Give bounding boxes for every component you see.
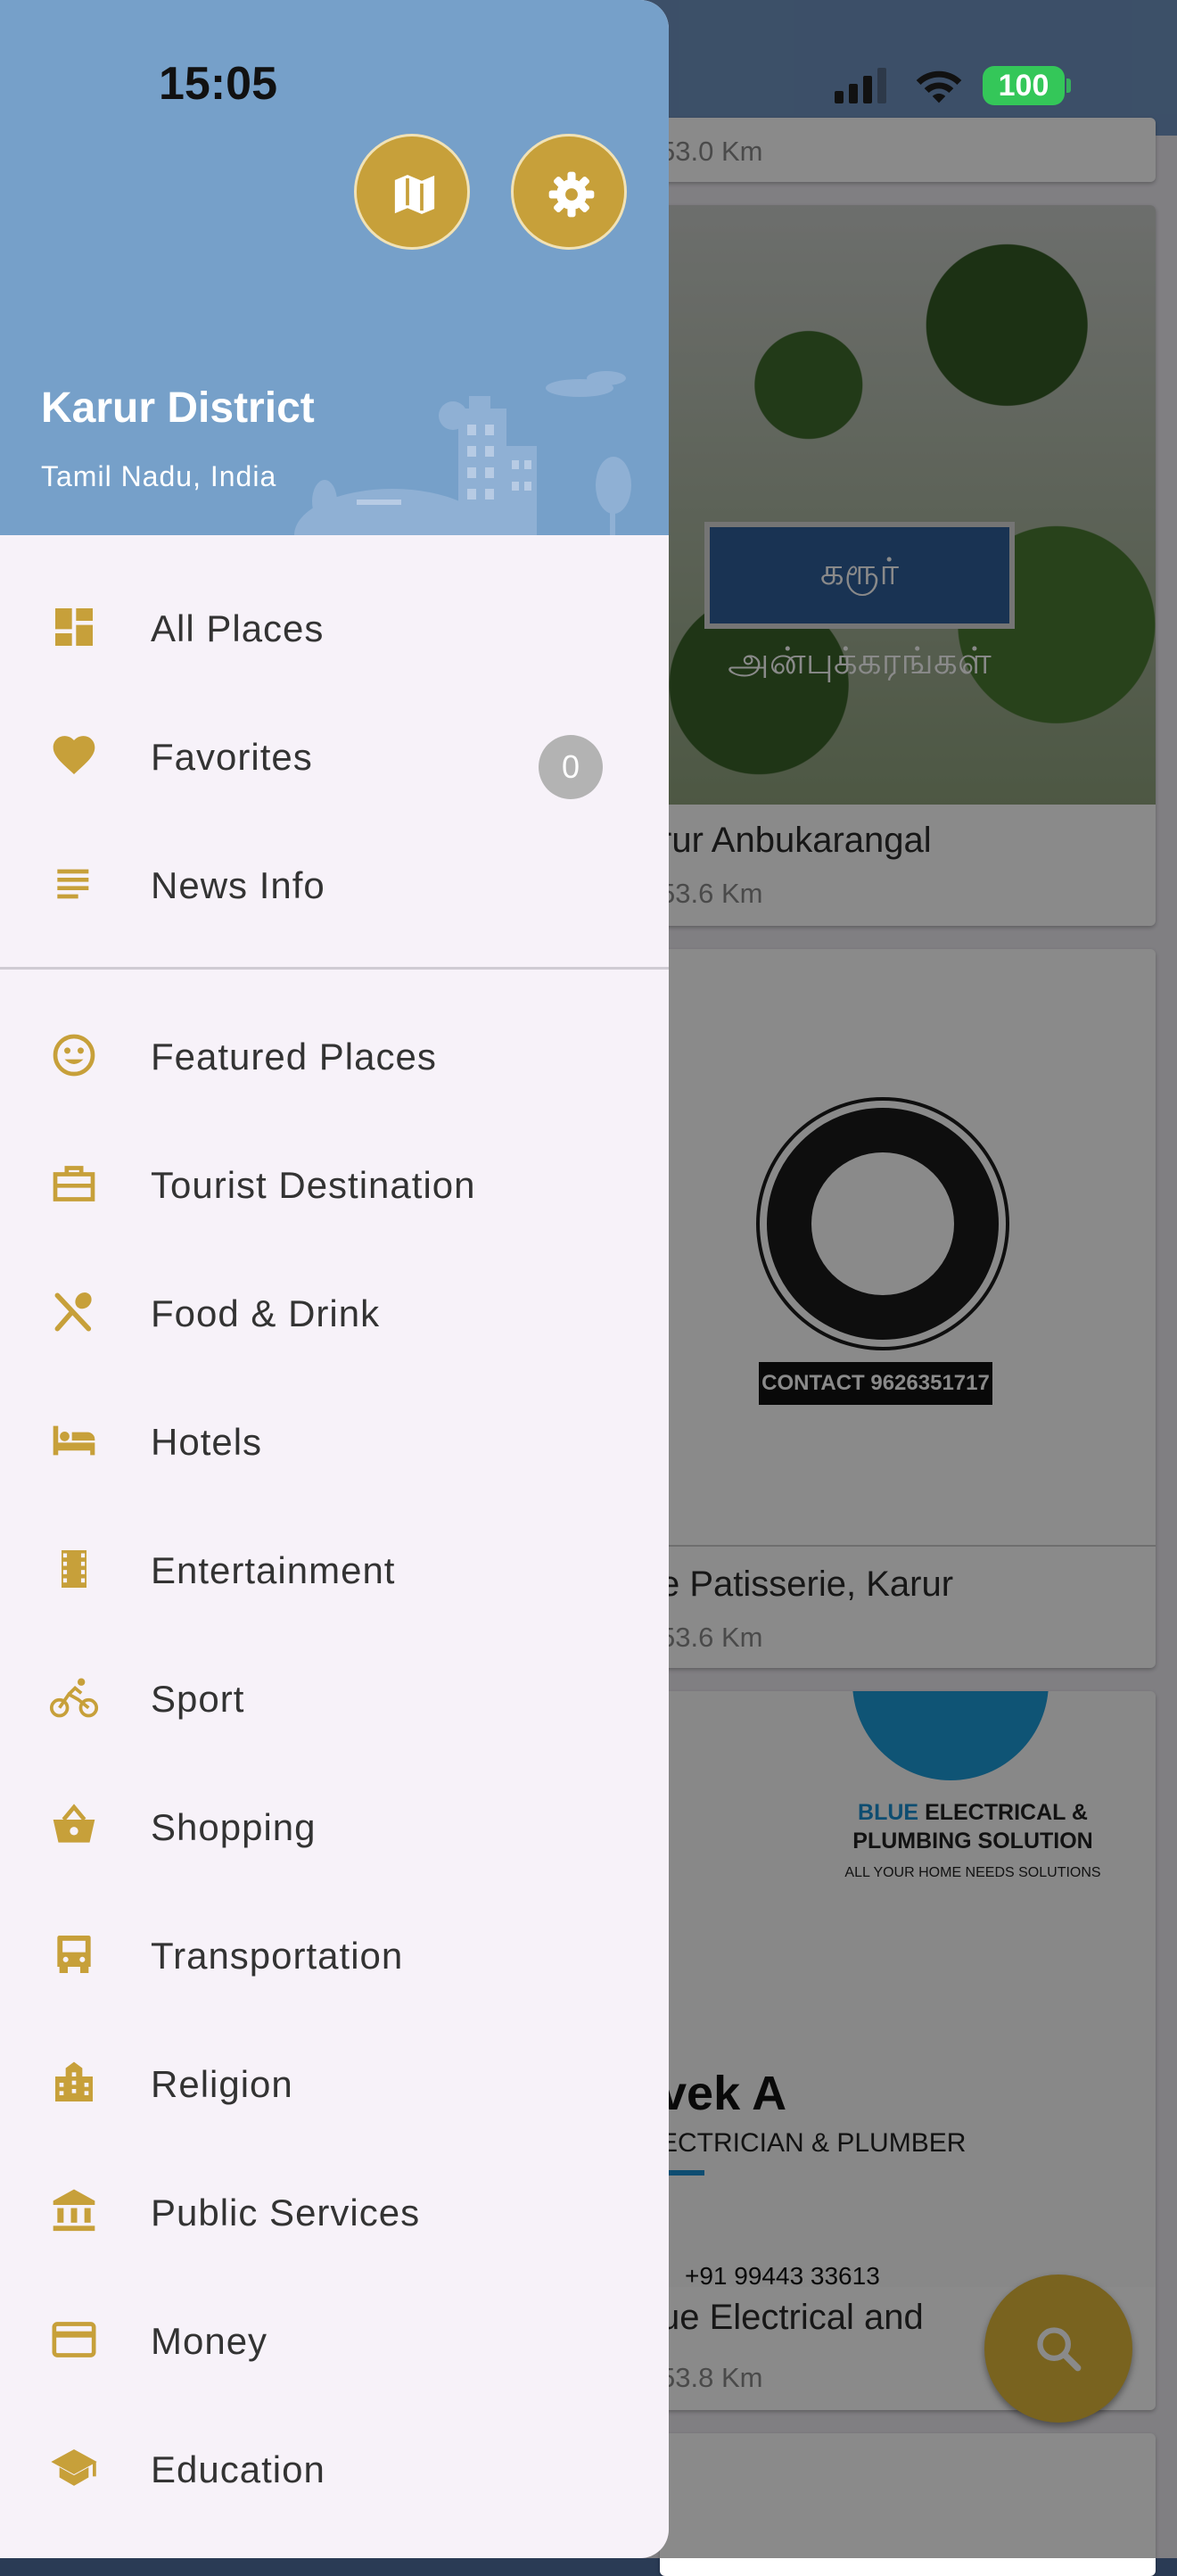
menu-item-entertainment[interactable]: Entertainment [0,1511,669,1627]
notes-icon [57,869,89,899]
menu-item-label: Food & Drink [151,1292,381,1334]
menu-item-tourist-destination[interactable]: Tourist Destination [0,1126,669,1242]
menu-item-all-places[interactable]: All Places [0,569,669,685]
dashboard-icon [55,608,93,646]
settings-button[interactable] [511,134,627,250]
menu-item-label: Entertainment [151,1549,396,1591]
menu-item-news-info[interactable]: News Info [0,826,669,942]
menu-item-label: Featured Places [151,1036,437,1077]
heart-icon [53,736,95,774]
wifi-icon [916,70,962,103]
navigation-drawer: 15:05 Karur District Tamil Nadu, India A… [0,0,669,2558]
menu-item-favorites[interactable]: Favorites 0 [0,698,669,813]
menu-item-label: Shopping [151,1806,317,1848]
favorites-count-badge: 0 [539,735,603,799]
menu-item-featured-places[interactable]: Featured Places [0,997,669,1113]
menu-item-label: Public Services [151,2192,421,2233]
bus-icon [57,1936,91,1973]
gear-icon [548,171,595,218]
menu-item-label: News Info [151,864,325,906]
bike-icon [49,1678,99,1718]
building-icon [55,2061,93,2101]
school-icon [51,2449,97,2486]
menu-item-education[interactable]: Education [0,2410,669,2526]
film-icon [62,1550,86,1588]
menu-item-hotels[interactable]: Hotels [0,1383,669,1499]
map-button[interactable] [354,134,470,250]
menu-item-religion[interactable]: Religion [0,2025,669,2141]
basket-icon [53,1804,95,1843]
suitcase-icon [53,1166,95,1201]
drawer-header: 15:05 Karur District Tamil Nadu, India [0,0,669,535]
menu-divider [0,967,669,970]
credit-card-icon [52,2322,96,2357]
district-location: Tamil Nadu, India [41,460,277,492]
bed-icon [53,1425,95,1456]
menu-item-shopping[interactable]: Shopping [0,1768,669,1884]
battery-cap [1066,78,1071,93]
menu-item-label: Sport [151,1678,245,1720]
menu-item-transportation[interactable]: Transportation [0,1896,669,2012]
bank-icon [53,2189,95,2232]
menu-item-label: Education [151,2448,325,2490]
menu-item-label: Favorites [151,736,313,778]
status-time: 15:05 [159,58,277,110]
menu-item-label: All Places [151,607,325,649]
signal-icon [835,68,886,103]
menu-item-public-services[interactable]: Public Services [0,2153,669,2269]
city-illustration [294,371,631,535]
menu-item-label: Religion [151,2063,293,2105]
district-title: Karur District [41,384,315,432]
menu-item-label: Money [151,2320,268,2362]
utensils-icon [54,1292,92,1332]
menu-item-sport[interactable]: Sport [0,1639,669,1755]
map-icon [391,170,438,219]
smiley-icon [53,1034,95,1077]
menu-item-food-drink[interactable]: Food & Drink [0,1254,669,1370]
menu-item-label: Tourist Destination [151,1164,476,1206]
menu-item-label: Hotels [151,1421,263,1463]
menu-item-label: Transportation [151,1935,404,1977]
menu-item-money[interactable]: Money [0,2282,669,2398]
battery-indicator: 100 [983,66,1065,105]
